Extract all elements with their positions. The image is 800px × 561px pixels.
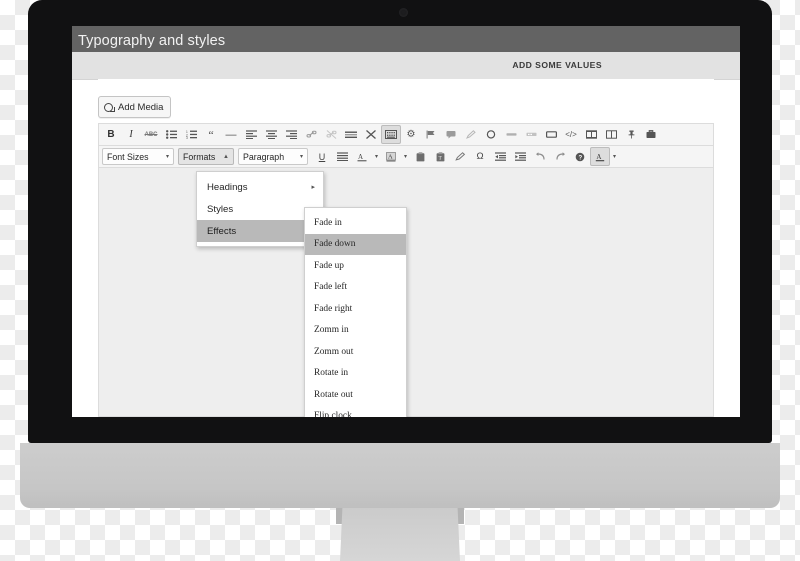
unlink-icon[interactable]: [321, 125, 341, 144]
svg-text:?: ?: [579, 155, 583, 161]
settings-gear-icon[interactable]: ⚙: [401, 125, 421, 144]
submenu-item-fade-down[interactable]: Fade down: [305, 233, 406, 255]
align-left-icon[interactable]: [241, 125, 261, 144]
horizontal-rule-icon[interactable]: —: [221, 125, 241, 144]
chevron-down-icon: ▾: [299, 154, 303, 160]
webcam-icon: [399, 8, 408, 17]
formats-select[interactable]: Formats ▲: [178, 148, 234, 165]
submenu-item-rotate-in[interactable]: Rotate in: [305, 363, 406, 385]
menu-item-label: Headings: [207, 181, 248, 193]
svg-text:T: T: [438, 156, 441, 161]
toggle-toolbar-icon[interactable]: [381, 125, 401, 144]
redo-icon[interactable]: [550, 147, 570, 166]
submenu-item-fade-right[interactable]: Fade right: [305, 298, 406, 320]
numbered-list-icon[interactable]: 123: [181, 125, 201, 144]
outdent-icon[interactable]: [490, 147, 510, 166]
anchor-color-caret-icon[interactable]: ▾: [610, 147, 619, 166]
submenu-item-flip-clock[interactable]: Flip clock: [305, 406, 406, 417]
insert-link-icon[interactable]: [301, 125, 321, 144]
bulleted-list-icon[interactable]: [161, 125, 181, 144]
menu-item-label: Styles: [207, 203, 234, 215]
keyboard-shortcuts-icon[interactable]: ?: [570, 147, 590, 166]
text-color-icon[interactable]: A: [352, 147, 372, 166]
chevron-down-icon: ▾: [165, 154, 169, 160]
submenu-item-zomm-out[interactable]: Zomm out: [305, 341, 406, 363]
editor-toolbar-row-2: Font Sizes ▾ Formats ▲ Paragraph ▾ U A ▾…: [98, 145, 714, 168]
pencil-icon[interactable]: [461, 125, 481, 144]
paste-as-text-icon[interactable]: T: [430, 147, 450, 166]
media-camera-icon: [104, 102, 115, 112]
special-character-icon[interactable]: Ω: [470, 147, 490, 166]
font-sizes-label: Font Sizes: [107, 151, 149, 162]
align-right-icon[interactable]: [281, 125, 301, 144]
chevron-up-icon: ▲: [223, 153, 229, 160]
briefcase-icon[interactable]: [641, 125, 661, 144]
svg-text:A: A: [358, 153, 363, 161]
effects-submenu: Fade in Fade down Fade up Fade left Fade…: [304, 207, 407, 417]
bar-icon[interactable]: [501, 125, 521, 144]
monitor-screen: Typography and styles ADD SOME VALUES Ad…: [72, 26, 740, 417]
undo-icon[interactable]: [530, 147, 550, 166]
submenu-item-fade-left[interactable]: Fade left: [305, 277, 406, 299]
svg-text:3: 3: [186, 136, 188, 139]
editor-toolbar-row-1: B I ABC 123 “ — ⚙ </>: [98, 123, 714, 145]
blockquote-icon[interactable]: “: [201, 125, 221, 144]
columns-icon[interactable]: [601, 125, 621, 144]
background-color-icon[interactable]: A: [381, 147, 401, 166]
add-some-values-label[interactable]: ADD SOME VALUES: [512, 60, 602, 70]
menu-item-headings[interactable]: Headings ▸: [197, 176, 323, 198]
gallery-icon[interactable]: [581, 125, 601, 144]
indent-icon[interactable]: [510, 147, 530, 166]
submenu-item-fade-in[interactable]: Fade in: [305, 212, 406, 234]
anchor-color-icon[interactable]: A: [590, 147, 610, 166]
svg-text:A: A: [388, 153, 393, 160]
paragraph-select[interactable]: Paragraph ▾: [238, 148, 308, 165]
wysiwyg-editor: Add Media B I ABC 123 “ — ⚙ </> Font Siz…: [98, 79, 714, 417]
add-media-button[interactable]: Add Media: [98, 96, 172, 118]
distraction-free-icon[interactable]: [361, 125, 381, 144]
read-more-icon[interactable]: [341, 125, 361, 144]
underline-icon[interactable]: U: [312, 147, 332, 166]
align-center-icon[interactable]: [261, 125, 281, 144]
bold-icon[interactable]: B: [101, 125, 121, 144]
menu-item-label: Effects: [207, 225, 237, 237]
svg-text:A: A: [596, 153, 601, 161]
monitor-chin: [20, 443, 780, 508]
page-title: Typography and styles: [78, 33, 226, 49]
source-code-icon[interactable]: </>: [561, 125, 581, 144]
paste-icon[interactable]: [410, 147, 430, 166]
chevron-right-icon: ▸: [311, 184, 315, 191]
quote-box-icon[interactable]: [521, 125, 541, 144]
web-page: Typography and styles ADD SOME VALUES Ad…: [72, 26, 740, 417]
circle-icon[interactable]: [481, 125, 501, 144]
add-media-label: Add Media: [118, 101, 164, 113]
submenu-item-fade-up[interactable]: Fade up: [305, 255, 406, 277]
text-color-caret-icon[interactable]: ▾: [372, 147, 381, 166]
monitor-mockup: Typography and styles ADD SOME VALUES Ad…: [28, 0, 772, 443]
submenu-item-zomm-in[interactable]: Zomm in: [305, 320, 406, 342]
rectangle-icon[interactable]: [541, 125, 561, 144]
monitor-stand: [340, 508, 460, 561]
add-values-bar: ADD SOME VALUES: [72, 52, 740, 80]
strikethrough-icon[interactable]: ABC: [141, 125, 161, 144]
font-sizes-select[interactable]: Font Sizes ▾: [102, 148, 174, 165]
clear-formatting-icon[interactable]: [450, 147, 470, 166]
justify-icon[interactable]: [332, 147, 352, 166]
formats-label: Formats: [183, 151, 216, 162]
italic-icon[interactable]: I: [121, 125, 141, 144]
paragraph-label: Paragraph: [243, 151, 285, 162]
submenu-item-rotate-out[interactable]: Rotate out: [305, 384, 406, 406]
page-header-bar: Typography and styles: [72, 26, 740, 52]
background-color-caret-icon[interactable]: ▾: [401, 147, 410, 166]
pin-icon[interactable]: [621, 125, 641, 144]
comment-icon[interactable]: [441, 125, 461, 144]
flag-icon[interactable]: [421, 125, 441, 144]
